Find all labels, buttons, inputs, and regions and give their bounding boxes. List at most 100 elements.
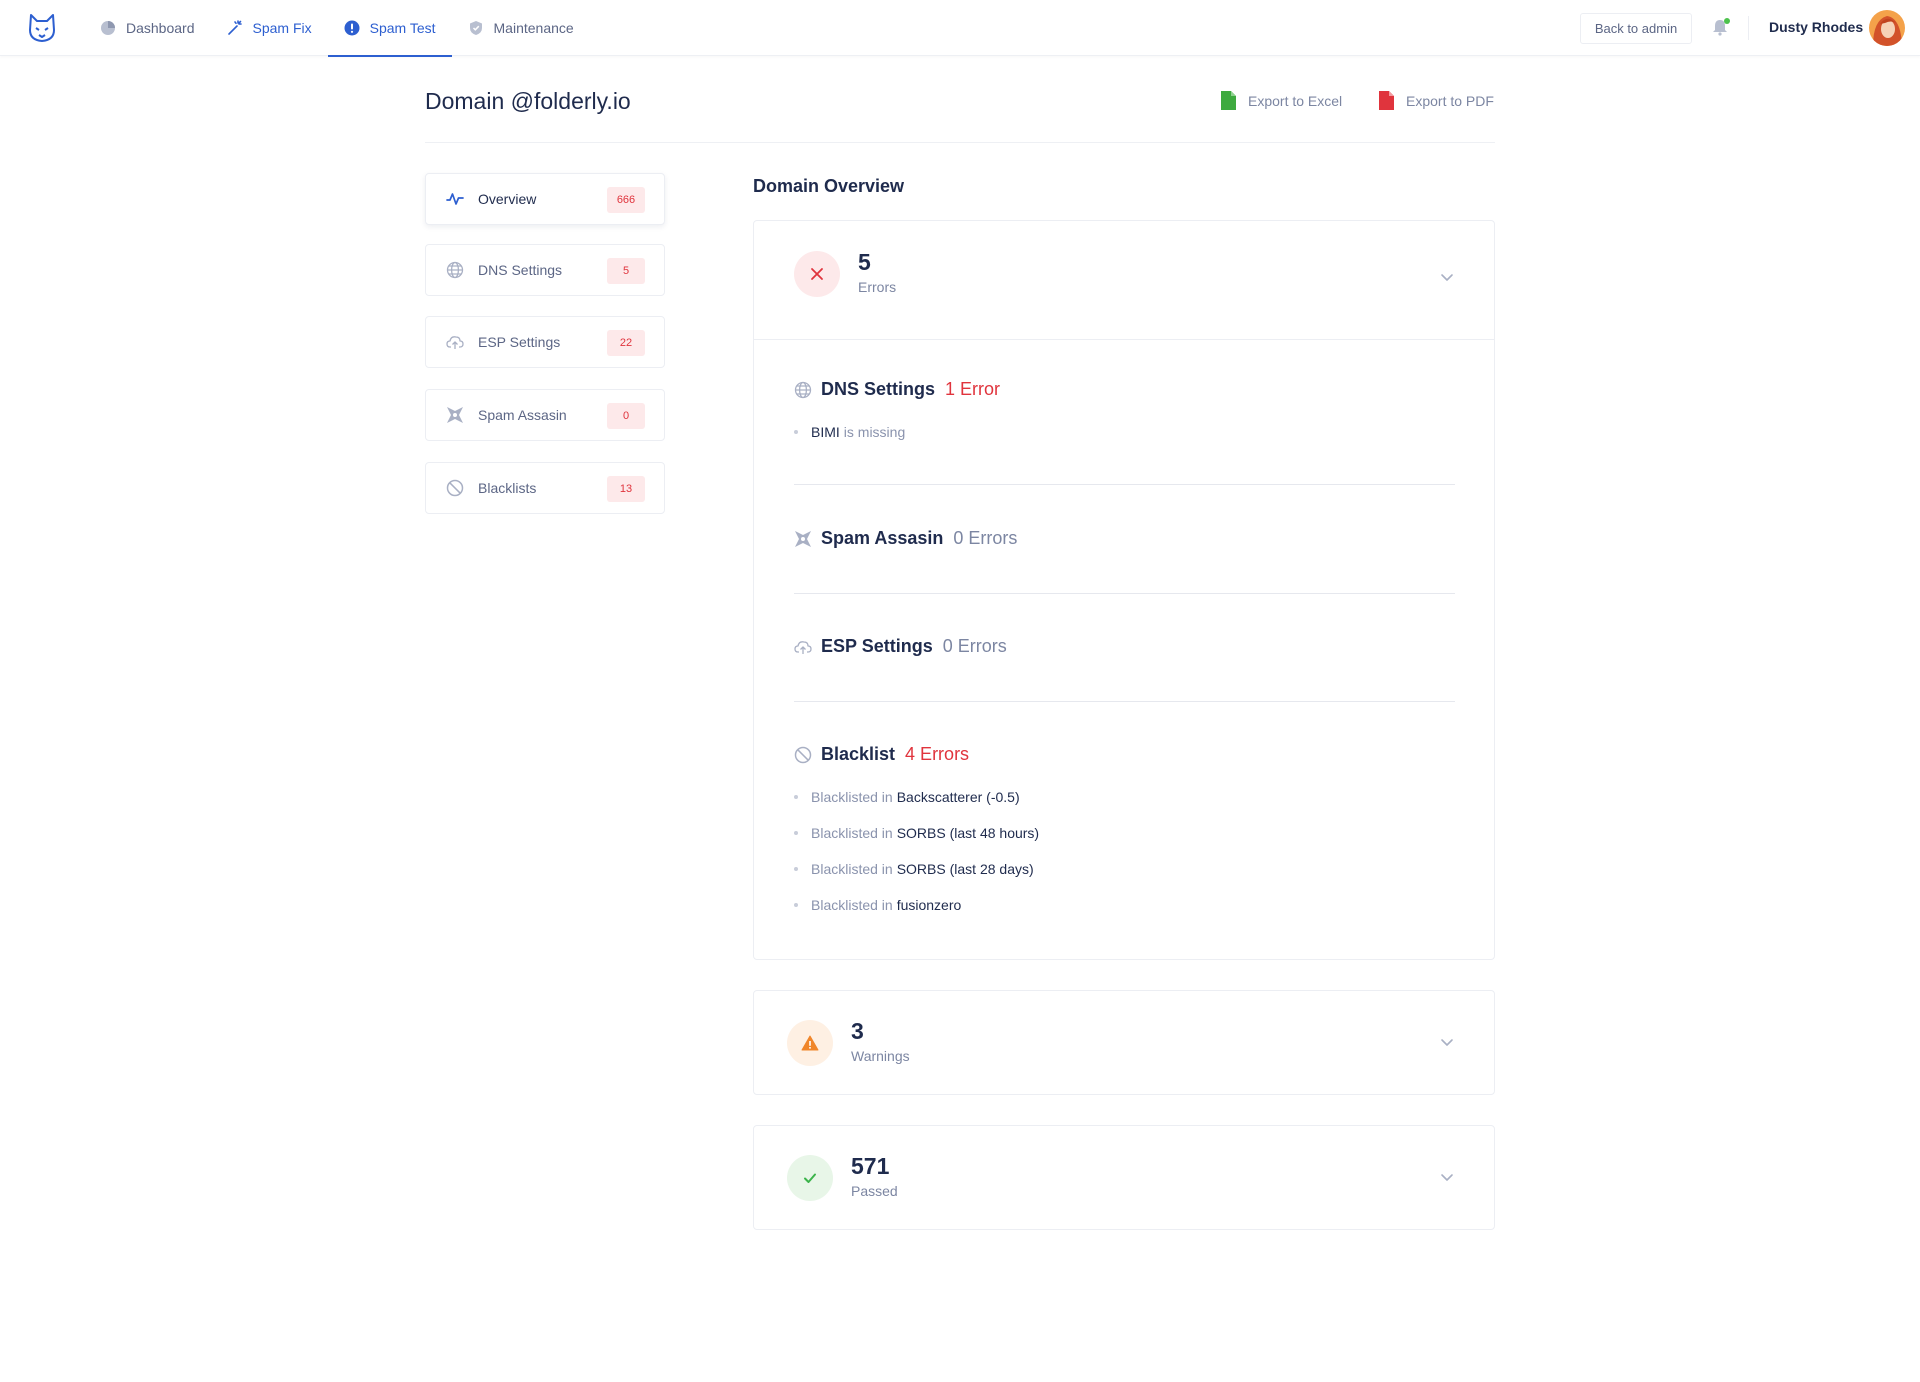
warnings-count: 3 [851,1018,864,1044]
ban-icon [446,479,464,497]
menu-item-label: Spam Assasin [478,407,567,423]
group-divider [794,593,1455,594]
menu-item-dns-settings[interactable]: DNS Settings 5 [425,244,665,296]
chevron-down-icon[interactable] [1439,1034,1455,1050]
nav-dashboard-label: Dashboard [126,20,195,36]
pulse-icon [446,193,464,205]
nav-spam-test-label: Spam Test [369,20,436,36]
menu-item-label: Blacklists [478,480,537,496]
warnings-card[interactable]: 3 Warnings [753,990,1495,1095]
group-error-count: 1 Error [945,379,1001,399]
dns-settings-group-title: DNS Settings 1 Error [794,379,1000,400]
export-excel-label: Export to Excel [1248,92,1343,109]
menu-item-overview[interactable]: Overview 666 [425,173,665,225]
errors-label: Errors [858,279,897,295]
pie-chart-icon [101,21,115,35]
passed-card[interactable]: 571 Passed [753,1125,1495,1230]
header-divider [425,142,1495,143]
group-title-label: Spam Assasin [821,528,944,548]
item-strong: fusionzero [896,897,962,913]
export-excel-link[interactable]: Export to Excel [1220,91,1342,110]
check-icon [804,1173,816,1183]
spam-assasin-group-title: Spam Assasin 0 Errors [794,528,1017,549]
page-title: Domain @folderly.io [425,88,631,114]
shuriken-icon [447,407,463,423]
item-strong: Backscatterer (-0.5) [896,789,1020,805]
group-error-count: 0 Errors [953,528,1018,548]
menu-item-spam-assasin[interactable]: Spam Assasin 0 [425,389,665,441]
section-title: Domain Overview [753,176,905,196]
nav-maintenance-label: Maintenance [493,20,574,36]
group-title-label: ESP Settings [821,636,933,656]
cloud-upload-icon [446,336,464,349]
group-divider [794,701,1455,702]
avatar[interactable] [1869,10,1905,46]
menu-item-label: Overview [478,191,537,207]
main-nav: Dashboard Spam Fix Spam Test Maintenance [84,0,590,57]
menu-item-blacklists[interactable]: Blacklists 13 [425,462,665,514]
export-pdf-label: Export to PDF [1406,92,1494,109]
errors-card: 5 Errors DNS Settings 1 Error BIMI is mi… [753,220,1495,960]
blacklist-group-title: Blacklist 4 Errors [794,744,969,765]
back-to-admin-button[interactable]: Back to admin [1580,13,1692,44]
menu-item-esp-settings[interactable]: ESP Settings 22 [425,316,665,368]
close-icon [811,268,823,280]
list-item: Blacklisted in fusionzero [794,897,965,913]
user-name[interactable]: Dusty Rhodes [1769,19,1863,35]
cloud-upload-icon [794,640,812,654]
error-count-badge: 666 [607,187,645,213]
globe-icon [446,261,464,279]
excel-file-icon [1221,91,1236,110]
group-title-label: DNS Settings [821,379,936,399]
nav-spam-fix-label: Spam Fix [252,20,312,36]
menu-item-label: DNS Settings [478,262,563,278]
item-prefix: Blacklisted in [811,861,893,877]
notification-dot [1724,18,1730,24]
list-item: Blacklisted in Backscatterer (-0.5) [794,789,1024,805]
item-prefix: Blacklisted in [811,825,893,841]
pdf-file-icon [1379,91,1394,110]
error-count-badge: 13 [607,476,645,502]
list-item: Blacklisted in SORBS (last 28 days) [794,861,1038,877]
group-divider [794,484,1455,485]
warnings-label: Warnings [851,1048,910,1064]
alert-circle-icon [344,20,360,36]
top-navigation-bar: Dashboard Spam Fix Spam Test Maintenance… [0,0,1920,57]
list-item: Blacklisted in SORBS (last 48 hours) [794,825,1043,841]
group-error-count: 4 Errors [905,744,970,764]
export-pdf-link[interactable]: Export to PDF [1378,91,1494,110]
passed-status-circle [787,1155,833,1201]
item-strong: BIMI [811,424,840,440]
item-strong: SORBS (last 28 days) [896,861,1034,877]
warning-triangle-icon [801,1035,819,1051]
ban-icon [794,746,812,763]
shuriken-icon [795,530,811,547]
nav-spam-fix[interactable]: Spam Fix [211,0,328,56]
passed-label: Passed [851,1183,898,1199]
nav-spam-test[interactable]: Spam Test [327,0,452,57]
item-prefix: Blacklisted in [811,897,893,913]
chevron-down-icon[interactable] [1439,1169,1455,1185]
nav-maintenance[interactable]: Maintenance [452,0,590,56]
passed-count: 571 [851,1153,890,1179]
chevron-down-icon[interactable] [1439,269,1455,285]
item-prefix: Blacklisted in [811,789,893,805]
item-text: is missing [843,424,906,440]
error-status-circle [794,251,840,297]
list-item: BIMI is missing [794,424,905,440]
esp-settings-group-title: ESP Settings 0 Errors [794,636,1007,657]
shield-icon [469,21,482,35]
card-divider [754,339,1494,340]
warning-status-circle [787,1020,833,1066]
menu-item-label: ESP Settings [478,334,561,350]
topbar-divider [1748,16,1749,40]
nav-dashboard[interactable]: Dashboard [84,0,211,56]
errors-count: 5 [858,249,871,275]
magic-wand-icon [227,20,242,35]
group-title-label: Blacklist [821,744,896,764]
fox-logo-icon[interactable] [28,13,56,43]
error-count-badge: 5 [607,258,645,284]
group-error-count: 0 Errors [942,636,1007,656]
globe-icon [794,381,812,398]
item-strong: SORBS (last 48 hours) [896,825,1040,841]
